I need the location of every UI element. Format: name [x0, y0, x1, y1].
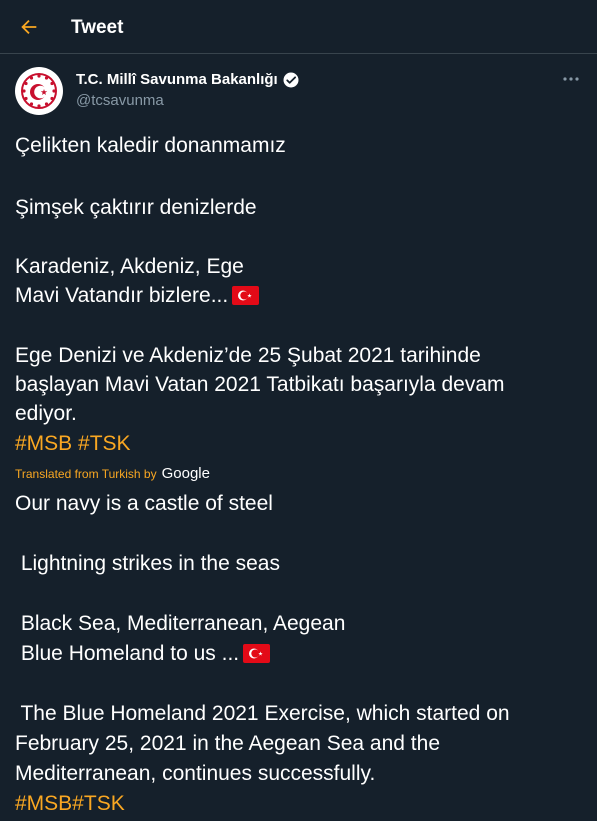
back-button[interactable] — [12, 10, 46, 44]
tweet-text-line: Karadeniz, Akdeniz, Ege — [15, 255, 244, 278]
tweet-text-line-with-flag: Mavi Vatandır bizlere... — [15, 282, 260, 310]
tweet-text: Mavi Vatandır bizlere... — [15, 284, 229, 307]
verified-badge-icon — [283, 72, 299, 87]
page-title: Tweet — [71, 17, 124, 38]
hashtags[interactable]: #MSB #TSK — [15, 430, 131, 458]
author-name-text: T.C. Millî Savunma Bakanlığı — [76, 71, 278, 88]
translation-label: Translated from Turkish by — [15, 467, 157, 481]
more-options-button[interactable] — [558, 68, 584, 90]
tweet-text-line: Çelikten kaledir donanmamız — [15, 134, 286, 157]
translation-attribution[interactable]: Translated from Turkish by Google — [15, 465, 210, 483]
translated-text-line: The Blue Homeland 2021 Exercise, which s… — [15, 702, 510, 725]
ministry-seal-icon — [16, 68, 62, 114]
translated-text-line: Our navy is a castle of steel — [15, 492, 273, 515]
translated-hashtags[interactable]: #MSB#TSK — [15, 790, 125, 818]
top-bar: Tweet — [0, 0, 597, 54]
more-dots-icon — [563, 77, 579, 81]
turkish-flag-icon — [232, 286, 260, 305]
tweet-text-line: Ege Denizi ve Akdeniz’de 25 Şubat 2021 t… — [15, 344, 481, 367]
author-name[interactable]: T.C. Millî Savunma Bakanlığı — [76, 70, 300, 89]
tweet-text-line: başlayan Mavi Vatan 2021 Tatbikatı başar… — [15, 373, 505, 396]
turkish-flag-icon — [243, 644, 271, 663]
arrow-left-icon — [21, 19, 37, 35]
author-handle[interactable]: @tcsavunma — [76, 91, 164, 110]
translated-text-line-with-flag: Blue Homeland to us ... — [15, 640, 271, 668]
tweet-text-line: Şimşek çaktırır denizlerde — [15, 196, 257, 219]
translated-text-line: February 25, 2021 in the Aegean Sea and … — [15, 732, 440, 755]
translated-text-line: Mediterranean, continues successfully. — [15, 762, 376, 785]
google-logo-text: Google — [161, 465, 210, 482]
translated-text-line: Black Sea, Mediterranean, Aegean — [15, 612, 346, 635]
translated-text-line: Lightning strikes in the seas — [15, 552, 280, 575]
avatar[interactable] — [15, 67, 63, 115]
tweet-text-line: ediyor. — [15, 402, 77, 425]
translated-text: Blue Homeland to us ... — [15, 642, 240, 665]
